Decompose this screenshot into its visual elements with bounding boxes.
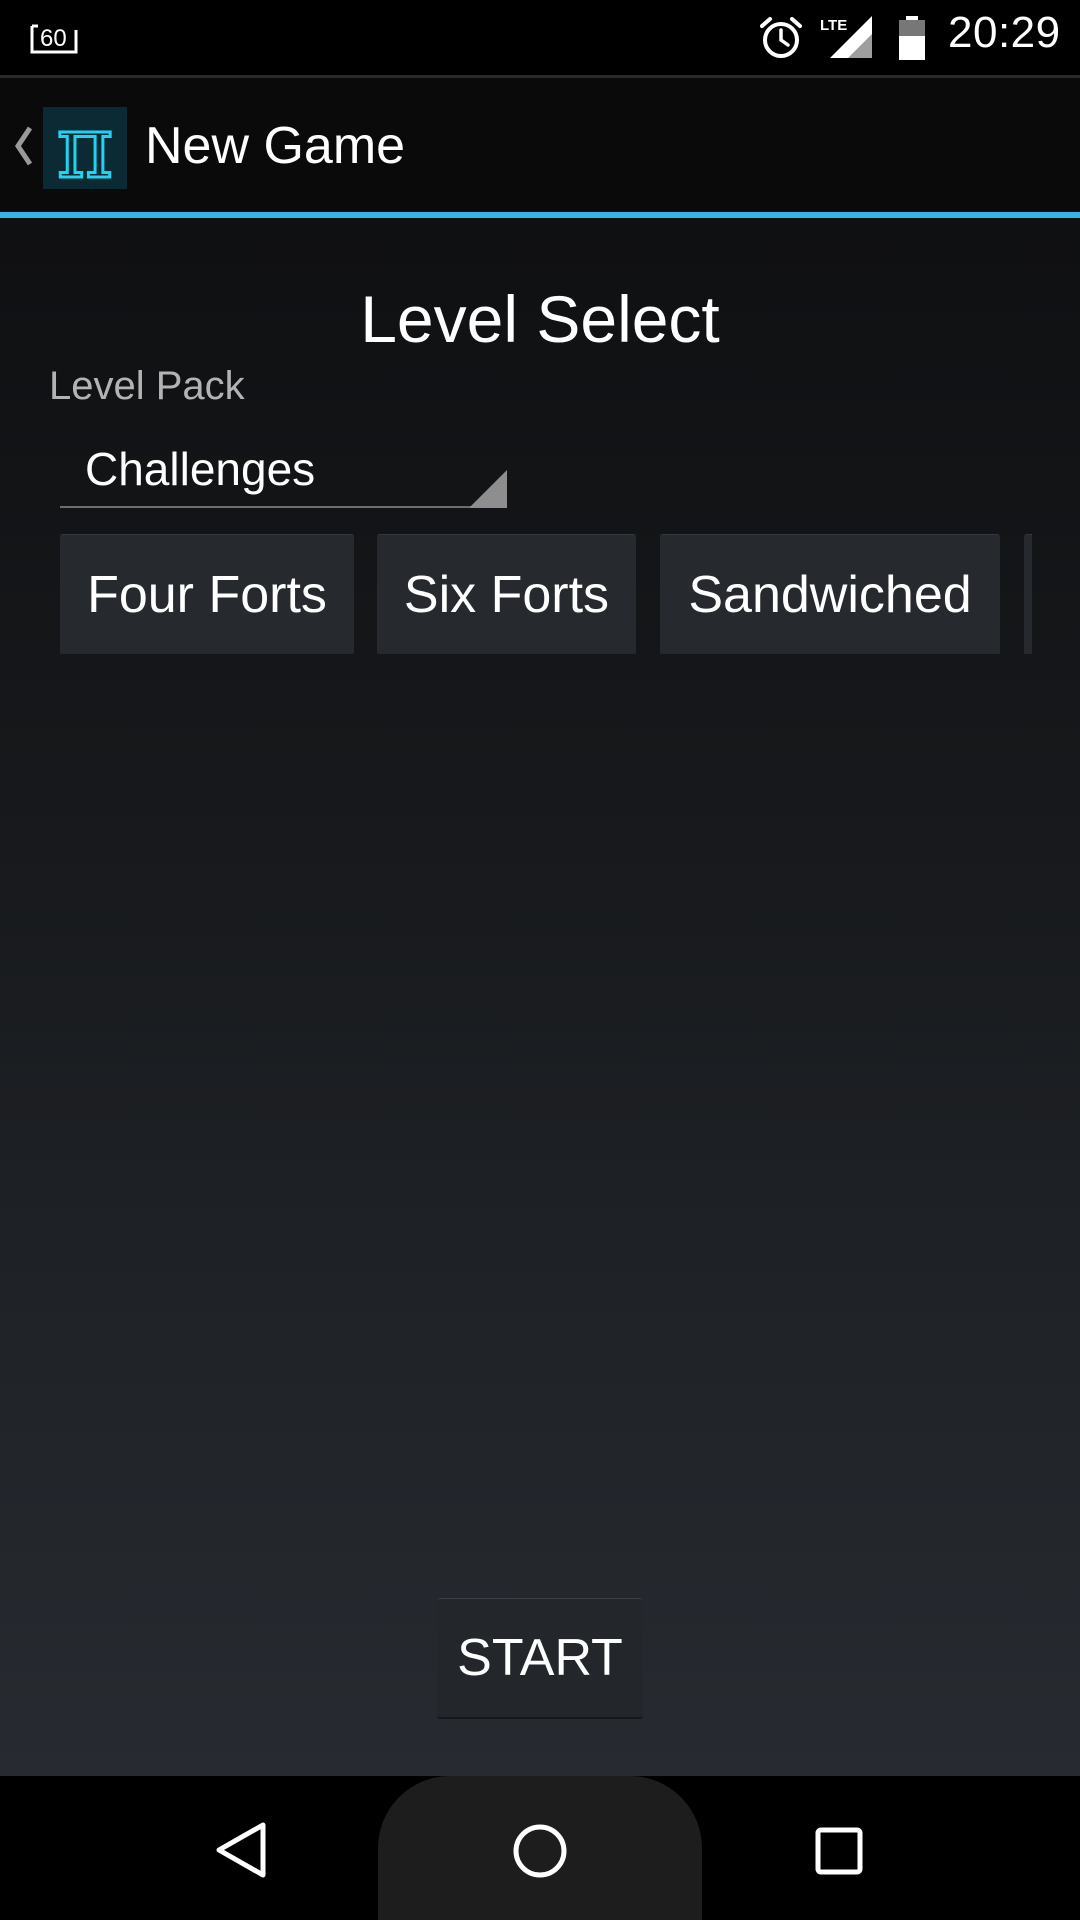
navigation-bar (0, 1776, 1080, 1920)
level-button-strip[interactable]: Four Forts Six Forts Sandwiched (60, 534, 1032, 658)
status-time: 20:29 (948, 8, 1061, 57)
level-button-partial[interactable] (1024, 534, 1032, 656)
battery-icon (899, 16, 925, 60)
home-icon[interactable] (512, 1823, 568, 1879)
fps-60-icon: 60 (30, 24, 78, 54)
spinner-underline (60, 506, 507, 508)
start-button[interactable]: START (437, 1598, 643, 1719)
svg-text:60: 60 (40, 25, 67, 52)
level-pack-label: Level Pack (49, 364, 245, 408)
level-pack-spinner[interactable]: Challenges (60, 428, 507, 508)
action-bar-title: New Game (145, 117, 406, 175)
up-chevron-icon[interactable] (12, 124, 34, 168)
lte-signal-icon: LTE (820, 16, 872, 58)
status-bar: 60 LTE 20:29 (0, 0, 1080, 75)
action-bar: π New Game (0, 78, 1080, 215)
level-button-six-forts[interactable]: Six Forts (377, 534, 636, 656)
level-pack-selected-value: Challenges (85, 443, 316, 495)
recent-apps-icon[interactable] (815, 1827, 863, 1875)
level-button-sandwiched[interactable]: Sandwiched (660, 534, 1000, 656)
spinner-dropdown-icon (469, 470, 507, 508)
level-select-screen: Level Select Level Pack Challenges Four … (0, 218, 1080, 1776)
back-icon[interactable] (213, 1821, 269, 1879)
page-title: Level Select (360, 282, 720, 356)
level-button-four-forts[interactable]: Four Forts (60, 534, 354, 656)
pi-logo-icon[interactable]: π (43, 107, 127, 189)
alarm-icon (760, 17, 802, 58)
svg-text:LTE: LTE (820, 17, 847, 34)
svg-text:π: π (57, 107, 114, 189)
